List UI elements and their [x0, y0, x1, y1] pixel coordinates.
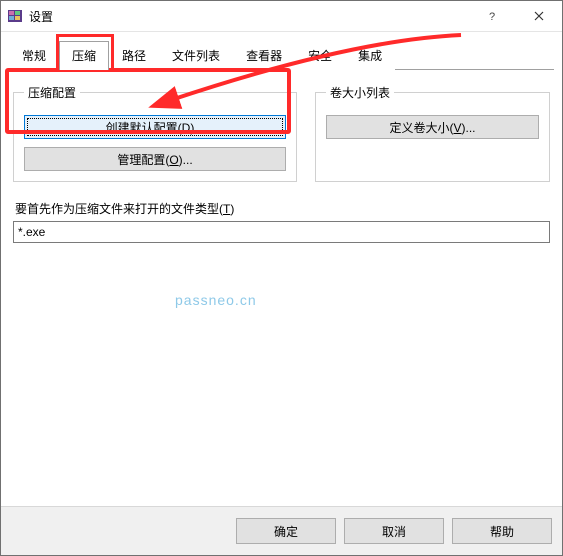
- tab-security[interactable]: 安全: [295, 41, 345, 70]
- tab-general[interactable]: 常规: [9, 41, 59, 70]
- close-button[interactable]: [516, 1, 562, 31]
- svg-text:?: ?: [489, 11, 495, 21]
- help-footer-button[interactable]: 帮助: [452, 518, 552, 544]
- help-button[interactable]: ?: [470, 1, 516, 31]
- manage-profiles-button[interactable]: 管理配置(O)...: [24, 147, 286, 171]
- ok-button[interactable]: 确定: [236, 518, 336, 544]
- watermark-text: passneo.cn: [175, 292, 257, 308]
- group-volume-sizes: 卷大小列表 定义卷大小(V)...: [315, 84, 550, 182]
- open-types-input[interactable]: [13, 221, 550, 243]
- group-compress-legend: 压缩配置: [24, 84, 80, 101]
- titlebar: 设置 ?: [1, 1, 562, 32]
- open-types-label: 要首先作为压缩文件来打开的文件类型(T): [15, 200, 550, 217]
- cancel-button[interactable]: 取消: [344, 518, 444, 544]
- tab-strip: 常规 压缩 路径 文件列表 查看器 安全 集成: [1, 32, 562, 69]
- dialog-footer: 确定 取消 帮助: [1, 506, 562, 555]
- group-volume-legend: 卷大小列表: [326, 84, 394, 101]
- settings-dialog: 设置 ? 常规 压缩 路径 文件列表 查看器 安全 集成 压缩配置 创建默认配置…: [0, 0, 563, 556]
- define-volume-sizes-button[interactable]: 定义卷大小(V)...: [326, 115, 539, 139]
- tab-viewer[interactable]: 查看器: [233, 41, 295, 70]
- tab-paths[interactable]: 路径: [109, 41, 159, 70]
- tab-content: 压缩配置 创建默认配置(D)... 管理配置(O)... 卷大小列表 定义卷大小…: [1, 70, 562, 508]
- group-compress-profiles: 压缩配置 创建默认配置(D)... 管理配置(O)...: [13, 84, 297, 182]
- create-default-profile-button[interactable]: 创建默认配置(D)...: [24, 115, 286, 139]
- tab-filelist[interactable]: 文件列表: [159, 41, 233, 70]
- tab-compression[interactable]: 压缩: [59, 41, 109, 70]
- app-icon: [7, 8, 23, 24]
- tab-integration[interactable]: 集成: [345, 41, 395, 70]
- window-title: 设置: [29, 8, 470, 25]
